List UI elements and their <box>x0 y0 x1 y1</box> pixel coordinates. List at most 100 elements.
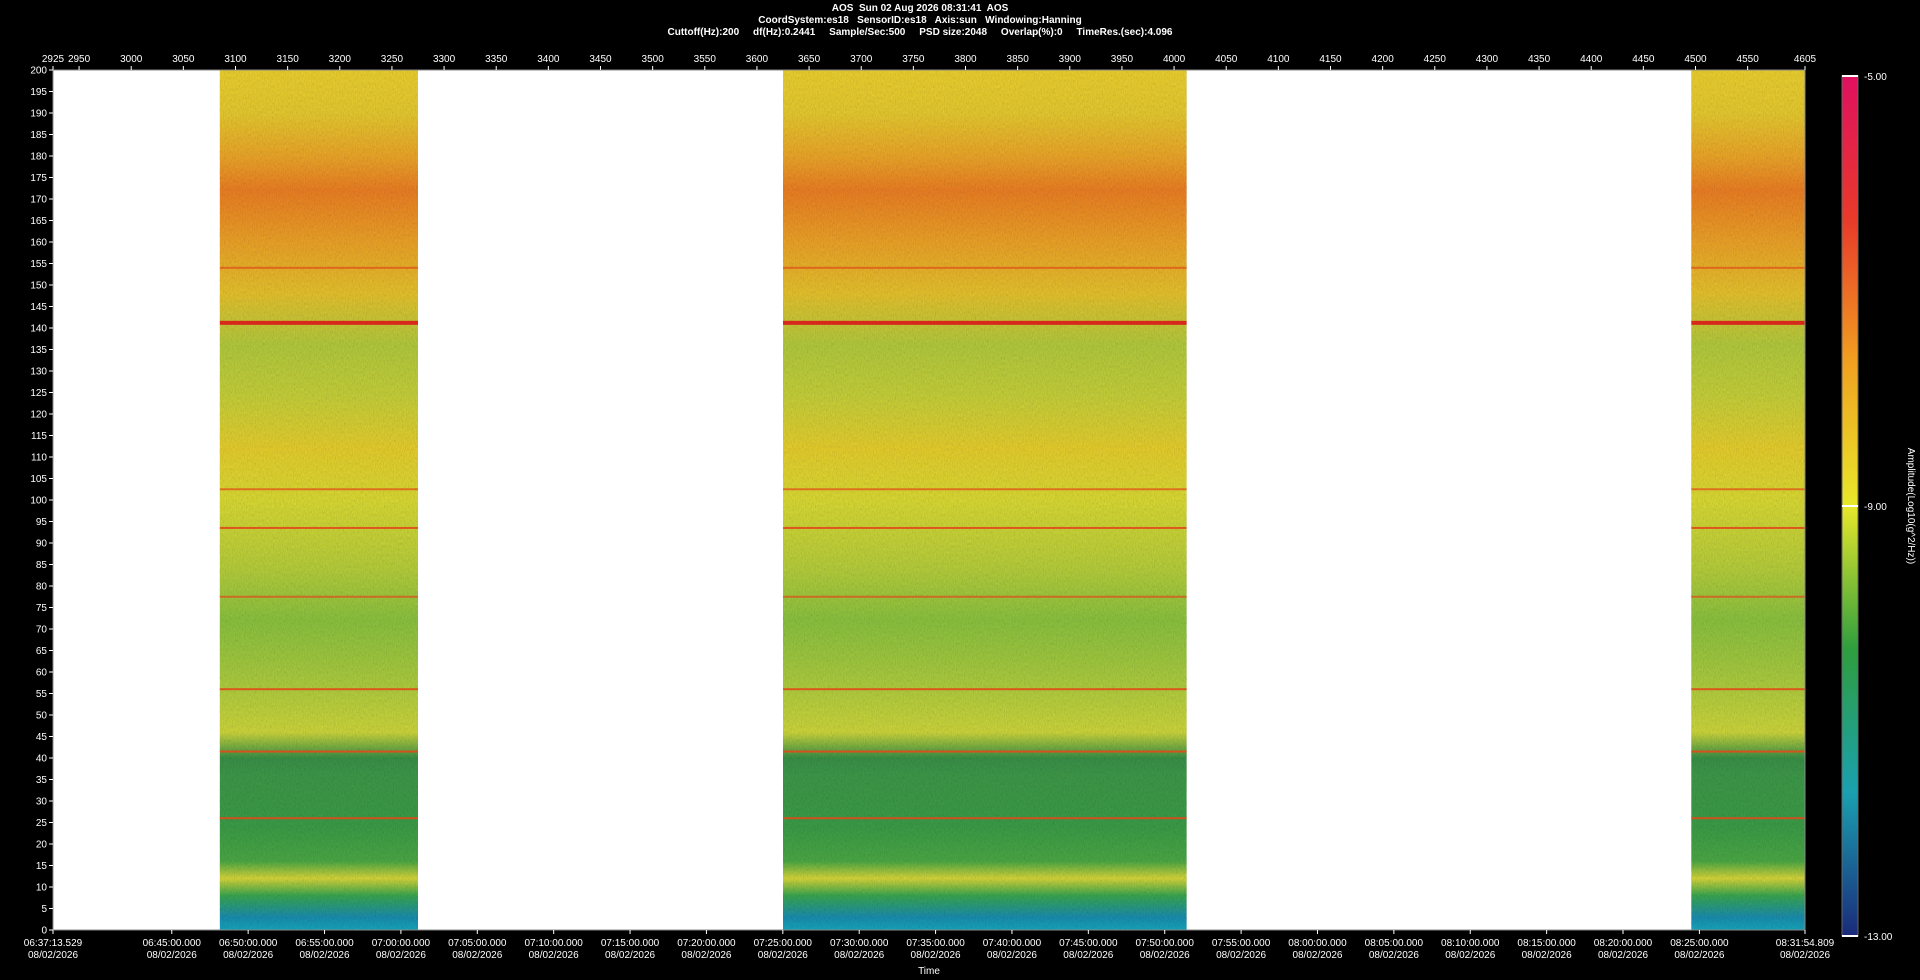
y-tick-label: 195 <box>30 87 47 98</box>
date-tick-label: 08/02/2026 <box>1598 950 1648 961</box>
time-tick-label: 07:10:00.000 <box>524 938 583 949</box>
date-tick-label: 08/02/2026 <box>681 950 731 961</box>
date-tick-label: 08/02/2026 <box>987 950 1037 961</box>
date-tick-label: 08/02/2026 <box>1292 950 1342 961</box>
y-tick-label: 100 <box>30 496 47 507</box>
date-tick-label: 08/02/2026 <box>299 950 349 961</box>
top-tick-label: 3100 <box>224 54 247 65</box>
date-tick-label: 08/02/2026 <box>452 950 502 961</box>
top-tick-label: 4200 <box>1372 54 1395 65</box>
top-tick-label: 3750 <box>902 54 925 65</box>
tone-line <box>783 526 1187 529</box>
tone-line <box>219 526 418 529</box>
top-tick-label: 4500 <box>1684 54 1707 65</box>
tone-line <box>783 488 1187 491</box>
y-tick-label: 180 <box>30 152 47 163</box>
top-tick-label: 4350 <box>1528 54 1551 65</box>
date-tick-label: 08/02/2026 <box>911 950 961 961</box>
y-tick-label: 175 <box>30 173 47 184</box>
time-tick-label: 07:35:00.000 <box>906 938 965 949</box>
y-tick-label: 90 <box>36 539 48 550</box>
date-tick-label: 08/02/2026 <box>834 950 884 961</box>
time-tick-label: 06:37:13.529 <box>24 938 83 949</box>
date-tick-label: 08/02/2026 <box>605 950 655 961</box>
y-tick-label: 170 <box>30 195 47 206</box>
y-tick-label: 40 <box>36 754 48 765</box>
tone-line <box>1691 488 1805 491</box>
time-tick-label: 08:05:00.000 <box>1365 938 1424 949</box>
top-tick-label: 3850 <box>1007 54 1030 65</box>
y-tick-label: 80 <box>36 582 48 593</box>
y-tick-label: 30 <box>36 797 48 808</box>
date-tick-label: 08/02/2026 <box>28 950 78 961</box>
y-tick-label: 120 <box>30 410 47 421</box>
y-tick-label: 145 <box>30 302 47 313</box>
tone-line <box>1691 750 1805 753</box>
top-tick-label: 3350 <box>485 54 508 65</box>
time-tick-label: 07:15:00.000 <box>601 938 660 949</box>
top-tick-label: 4050 <box>1215 54 1238 65</box>
time-tick-label: 06:55:00.000 <box>295 938 354 949</box>
top-tick-label: 4605 <box>1794 54 1817 65</box>
y-tick-label: 110 <box>31 453 47 464</box>
top-tick-label: 4400 <box>1580 54 1603 65</box>
date-tick-label: 08/02/2026 <box>1063 950 1113 961</box>
y-tick-label: 155 <box>30 259 47 270</box>
time-tick-label: 07:45:00.000 <box>1059 938 1118 949</box>
tone-line <box>1691 320 1805 325</box>
spectrogram-chart: 0510152025303540455055606570758085909510… <box>24 54 1916 977</box>
time-tick-label: 07:40:00.000 <box>983 938 1042 949</box>
colorbar-tick-label: -5.00 <box>1864 72 1887 83</box>
time-tick-label: 08:00:00.000 <box>1288 938 1347 949</box>
tone-line <box>219 488 418 491</box>
tone-line <box>783 320 1187 325</box>
tone-line <box>783 266 1187 269</box>
tone-line <box>219 595 418 598</box>
time-tick-label: 08:31:54.809 <box>1776 938 1835 949</box>
date-tick-label: 08/02/2026 <box>1445 950 1495 961</box>
y-tick-label: 20 <box>36 840 48 851</box>
y-tick-label: 60 <box>36 668 48 679</box>
date-tick-label: 08/02/2026 <box>223 950 273 961</box>
date-tick-label: 08/02/2026 <box>1674 950 1724 961</box>
time-tick-label: 06:50:00.000 <box>219 938 278 949</box>
date-tick-label: 08/02/2026 <box>376 950 426 961</box>
y-tick-label: 95 <box>36 517 48 528</box>
top-tick-label: 3500 <box>642 54 665 65</box>
time-tick-label: 07:05:00.000 <box>448 938 507 949</box>
y-tick-label: 165 <box>30 216 47 227</box>
top-tick-label: 3950 <box>1111 54 1134 65</box>
top-tick-label: 4150 <box>1319 54 1342 65</box>
top-tick-label: 3550 <box>694 54 717 65</box>
tone-line <box>783 688 1187 691</box>
date-tick-label: 08/02/2026 <box>529 950 579 961</box>
date-tick-label: 08/02/2026 <box>1216 950 1266 961</box>
y-tick-label: 50 <box>36 711 48 722</box>
top-tick-label: 4250 <box>1424 54 1447 65</box>
top-tick-label: 4300 <box>1476 54 1499 65</box>
tone-line <box>783 817 1187 820</box>
date-tick-label: 08/02/2026 <box>147 950 197 961</box>
top-tick-label: 3300 <box>433 54 456 65</box>
top-tick-label: 3800 <box>954 54 977 65</box>
y-tick-label: 105 <box>30 474 47 485</box>
tone-line <box>1691 526 1805 529</box>
tone-line <box>1691 595 1805 598</box>
y-tick-label: 125 <box>30 388 47 399</box>
y-tick-label: 85 <box>36 560 48 571</box>
y-tick-label: 55 <box>36 689 48 700</box>
y-tick-label: 70 <box>36 625 48 636</box>
x-axis-label: Time <box>918 966 940 977</box>
y-tick-label: 115 <box>31 431 47 442</box>
top-tick-label: 3200 <box>329 54 352 65</box>
y-tick-label: 10 <box>36 883 48 894</box>
y-tick-label: 185 <box>30 130 47 141</box>
top-tick-label: 3650 <box>798 54 821 65</box>
y-tick-label: 5 <box>41 904 47 915</box>
time-tick-label: 08:20:00.000 <box>1594 938 1653 949</box>
tone-line <box>219 320 418 325</box>
tone-line <box>219 817 418 820</box>
tone-line <box>1691 688 1805 691</box>
top-tick-label: 3050 <box>172 54 195 65</box>
time-tick-label: 07:30:00.000 <box>830 938 889 949</box>
